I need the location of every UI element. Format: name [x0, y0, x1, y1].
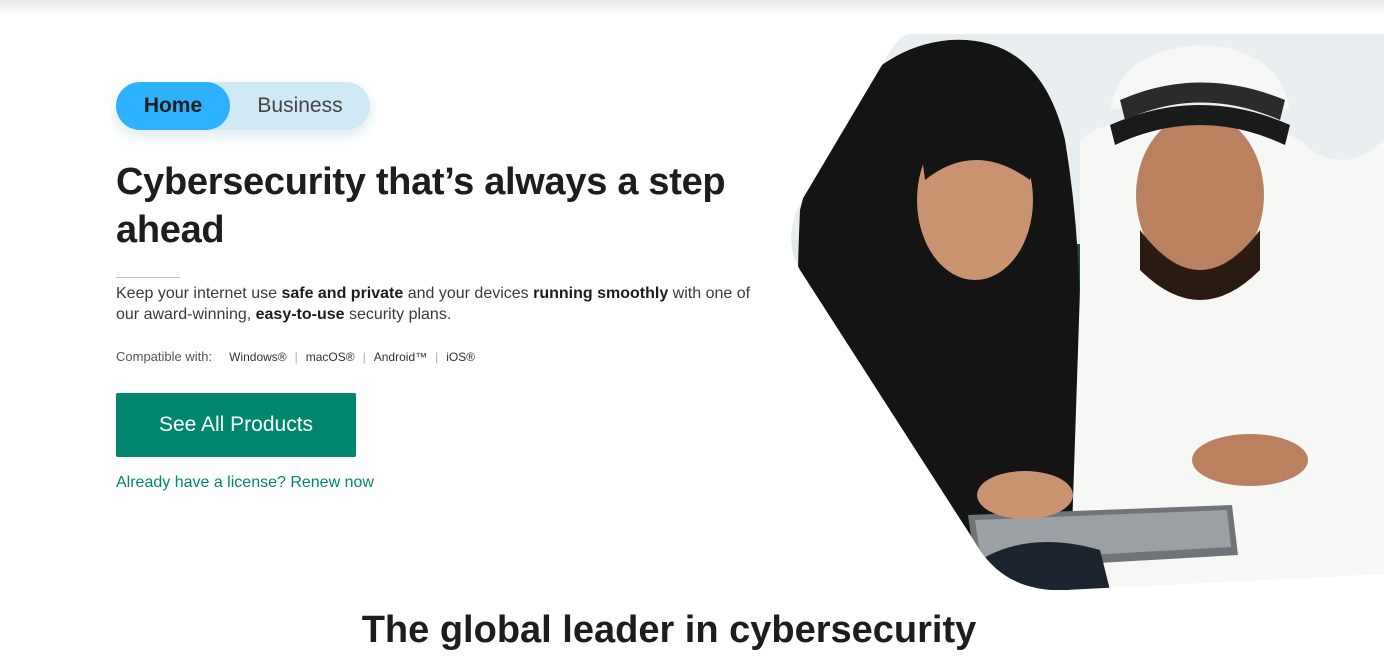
hero-headline: Cybersecurity that’s always a step ahead: [116, 161, 726, 251]
home-business-toggle[interactable]: Home Business: [116, 82, 370, 130]
toggle-business[interactable]: Business: [230, 94, 370, 118]
compatibility-label: Compatible with:: [116, 349, 213, 364]
platform-separator: |: [435, 349, 439, 364]
lead-bold: easy-to-use: [255, 306, 345, 323]
platform-android: Android™: [373, 349, 428, 364]
lead-bold: safe and private: [281, 285, 404, 302]
platform-ios: iOS®: [446, 349, 476, 364]
renew-license-link[interactable]: Already have a license? Renew now: [116, 474, 374, 492]
headline-divider: [116, 277, 180, 278]
see-all-products-button[interactable]: See All Products: [116, 393, 356, 457]
lead-text: security plans.: [344, 306, 452, 323]
compatibility-row: Compatible with: Windows® | macOS® | And…: [116, 349, 475, 364]
platform-separator: |: [294, 349, 298, 364]
platform-macos: macOS®: [305, 349, 355, 364]
platform-windows: Windows®: [229, 349, 287, 364]
lead-text: and your devices: [403, 285, 534, 302]
header-shadow: [0, 0, 1384, 16]
section-title: The global leader in cybersecurity: [361, 609, 977, 651]
hero-photo: [791, 34, 1384, 591]
hero-description: Keep your internet use safe and private …: [116, 283, 776, 325]
toggle-home[interactable]: Home: [116, 82, 230, 130]
lead-text: Keep your internet use: [116, 285, 282, 302]
lead-bold: running smoothly: [533, 285, 669, 302]
platform-separator: |: [362, 349, 366, 364]
